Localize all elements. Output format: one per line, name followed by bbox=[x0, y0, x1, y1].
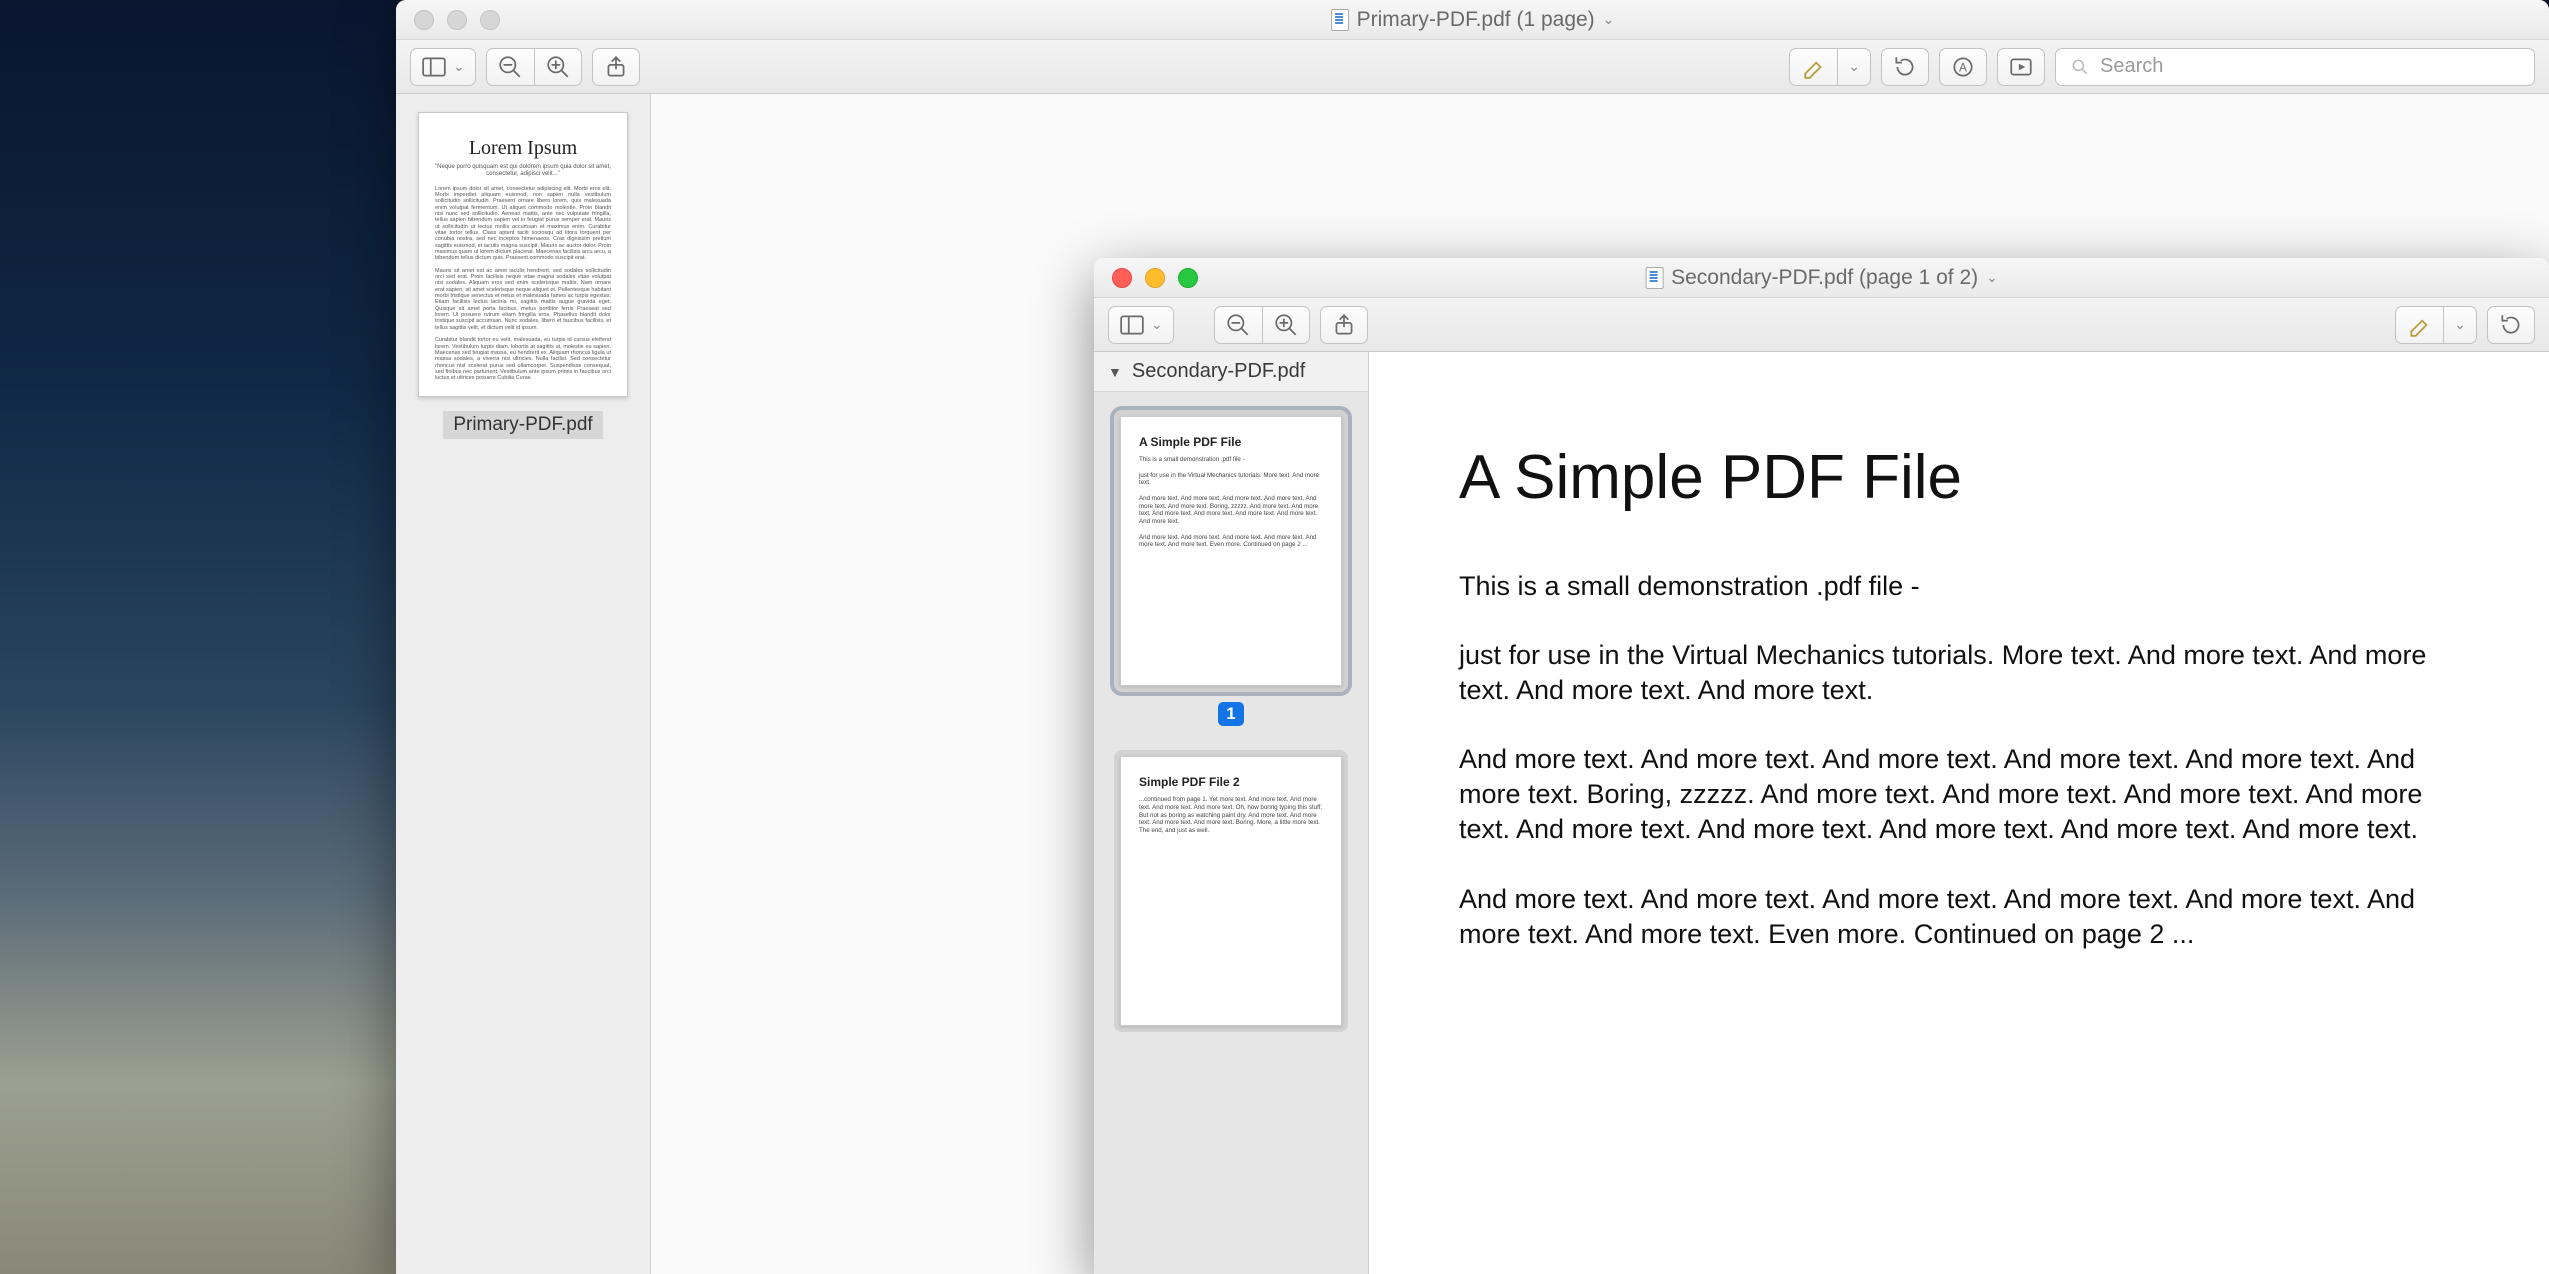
markup-icon: A bbox=[1950, 54, 1976, 80]
chevron-down-icon: ⌄ bbox=[1151, 316, 1163, 333]
titlebar-secondary[interactable]: Secondary-PDF.pdf (page 1 of 2) ⌄ bbox=[1094, 258, 2549, 298]
rotate-icon bbox=[2498, 312, 2524, 338]
play-icon bbox=[2008, 54, 2034, 80]
fullscreen-button[interactable] bbox=[480, 10, 500, 30]
thumb-title: Lorem Ipsum bbox=[435, 137, 611, 160]
zoom-in-icon bbox=[1273, 312, 1299, 338]
document-heading: A Simple PDF File bbox=[1459, 442, 2479, 513]
zoom-out-button[interactable] bbox=[486, 48, 534, 86]
sidebar-secondary: ▼ Secondary-PDF.pdf A Simple PDF File Th… bbox=[1094, 352, 1369, 1274]
zoom-in-icon bbox=[545, 54, 571, 80]
close-button[interactable] bbox=[414, 10, 434, 30]
title-dropdown-icon[interactable]: ⌄ bbox=[1986, 269, 1998, 286]
document-paragraph: And more text. And more text. And more t… bbox=[1459, 882, 2459, 952]
page-number-badge: 1 bbox=[1114, 702, 1348, 726]
title-dropdown-icon[interactable]: ⌄ bbox=[1603, 11, 1615, 28]
fullscreen-button[interactable] bbox=[1178, 268, 1198, 288]
chevron-down-icon: ⌄ bbox=[1848, 58, 1860, 75]
minimize-button[interactable] bbox=[447, 10, 467, 30]
window-title: Secondary-PDF.pdf (page 1 of 2) bbox=[1671, 266, 1978, 290]
document-paragraph: just for use in the Virtual Mechanics tu… bbox=[1459, 638, 2459, 708]
rotate-icon bbox=[1892, 54, 1918, 80]
thumbnail-page-1[interactable]: Lorem Ipsum "Neque porro quisquam est qu… bbox=[418, 112, 628, 397]
share-icon bbox=[1331, 312, 1357, 338]
document-paragraph: This is a small demonstration .pdf file … bbox=[1459, 569, 2459, 604]
search-icon bbox=[2070, 57, 2090, 77]
document-icon bbox=[1331, 9, 1349, 31]
chevron-down-icon: ⌄ bbox=[2454, 316, 2466, 333]
window-secondary: Secondary-PDF.pdf (page 1 of 2) ⌄ ⌄ bbox=[1094, 258, 2549, 1274]
toolbar-primary: ⌄ ⌄ A bbox=[396, 40, 2549, 94]
sidebar-toggle-button[interactable]: ⌄ bbox=[410, 48, 476, 86]
highlight-options-button[interactable]: ⌄ bbox=[2443, 306, 2477, 344]
thumbnail-page-2[interactable]: Simple PDF File 2 ...continued from page… bbox=[1114, 750, 1348, 1032]
highlight-options-button[interactable]: ⌄ bbox=[1837, 48, 1871, 86]
window-title: Primary-PDF.pdf (1 page) bbox=[1357, 8, 1595, 32]
highlighter-icon bbox=[2407, 312, 2433, 338]
zoom-in-button[interactable] bbox=[1262, 306, 1310, 344]
document-paragraph: And more text. And more text. And more t… bbox=[1459, 742, 2459, 847]
document-view[interactable]: A Simple PDF File This is a small demons… bbox=[1369, 352, 2549, 1274]
chevron-down-icon: ⌄ bbox=[453, 58, 465, 75]
document-icon bbox=[1645, 267, 1663, 289]
sidebar-icon bbox=[1119, 312, 1145, 338]
slideshow-button[interactable] bbox=[1997, 48, 2045, 86]
thumb-title: A Simple PDF File bbox=[1139, 435, 1323, 450]
thumbnail-label[interactable]: Primary-PDF.pdf bbox=[443, 411, 602, 439]
share-button[interactable] bbox=[1320, 306, 1368, 344]
zoom-in-button[interactable] bbox=[534, 48, 582, 86]
titlebar-primary[interactable]: Primary-PDF.pdf (1 page) ⌄ bbox=[396, 0, 2549, 40]
sidebar-primary: Lorem Ipsum "Neque porro quisquam est qu… bbox=[396, 94, 651, 1274]
markup-button[interactable]: A bbox=[1939, 48, 1987, 86]
zoom-out-button[interactable] bbox=[1214, 306, 1262, 344]
thumb-subtitle: "Neque porro quisquam est qui dolorem ip… bbox=[435, 164, 611, 178]
sidebar-icon bbox=[421, 54, 447, 80]
svg-text:A: A bbox=[1959, 60, 1967, 74]
thumb-title: Simple PDF File 2 bbox=[1139, 775, 1323, 790]
search-placeholder: Search bbox=[2100, 55, 2163, 78]
sidebar-heading-text: Secondary-PDF.pdf bbox=[1132, 360, 1305, 383]
highlight-button[interactable] bbox=[2395, 306, 2443, 344]
thumbnail-page-1[interactable]: A Simple PDF File This is a small demons… bbox=[1114, 410, 1348, 692]
disclosure-triangle-icon[interactable]: ▼ bbox=[1108, 364, 1122, 380]
share-button[interactable] bbox=[592, 48, 640, 86]
highlighter-icon bbox=[1801, 54, 1827, 80]
search-field[interactable]: Search bbox=[2055, 48, 2535, 86]
zoom-out-icon bbox=[497, 54, 523, 80]
zoom-out-icon bbox=[1225, 312, 1251, 338]
close-button[interactable] bbox=[1112, 268, 1132, 288]
rotate-button[interactable] bbox=[2487, 306, 2535, 344]
toolbar-secondary: ⌄ ⌄ bbox=[1094, 298, 2549, 352]
minimize-button[interactable] bbox=[1145, 268, 1165, 288]
sidebar-document-heading[interactable]: ▼ Secondary-PDF.pdf bbox=[1094, 352, 1368, 392]
highlight-button[interactable] bbox=[1789, 48, 1837, 86]
sidebar-toggle-button[interactable]: ⌄ bbox=[1108, 306, 1174, 344]
share-icon bbox=[603, 54, 629, 80]
rotate-button[interactable] bbox=[1881, 48, 1929, 86]
